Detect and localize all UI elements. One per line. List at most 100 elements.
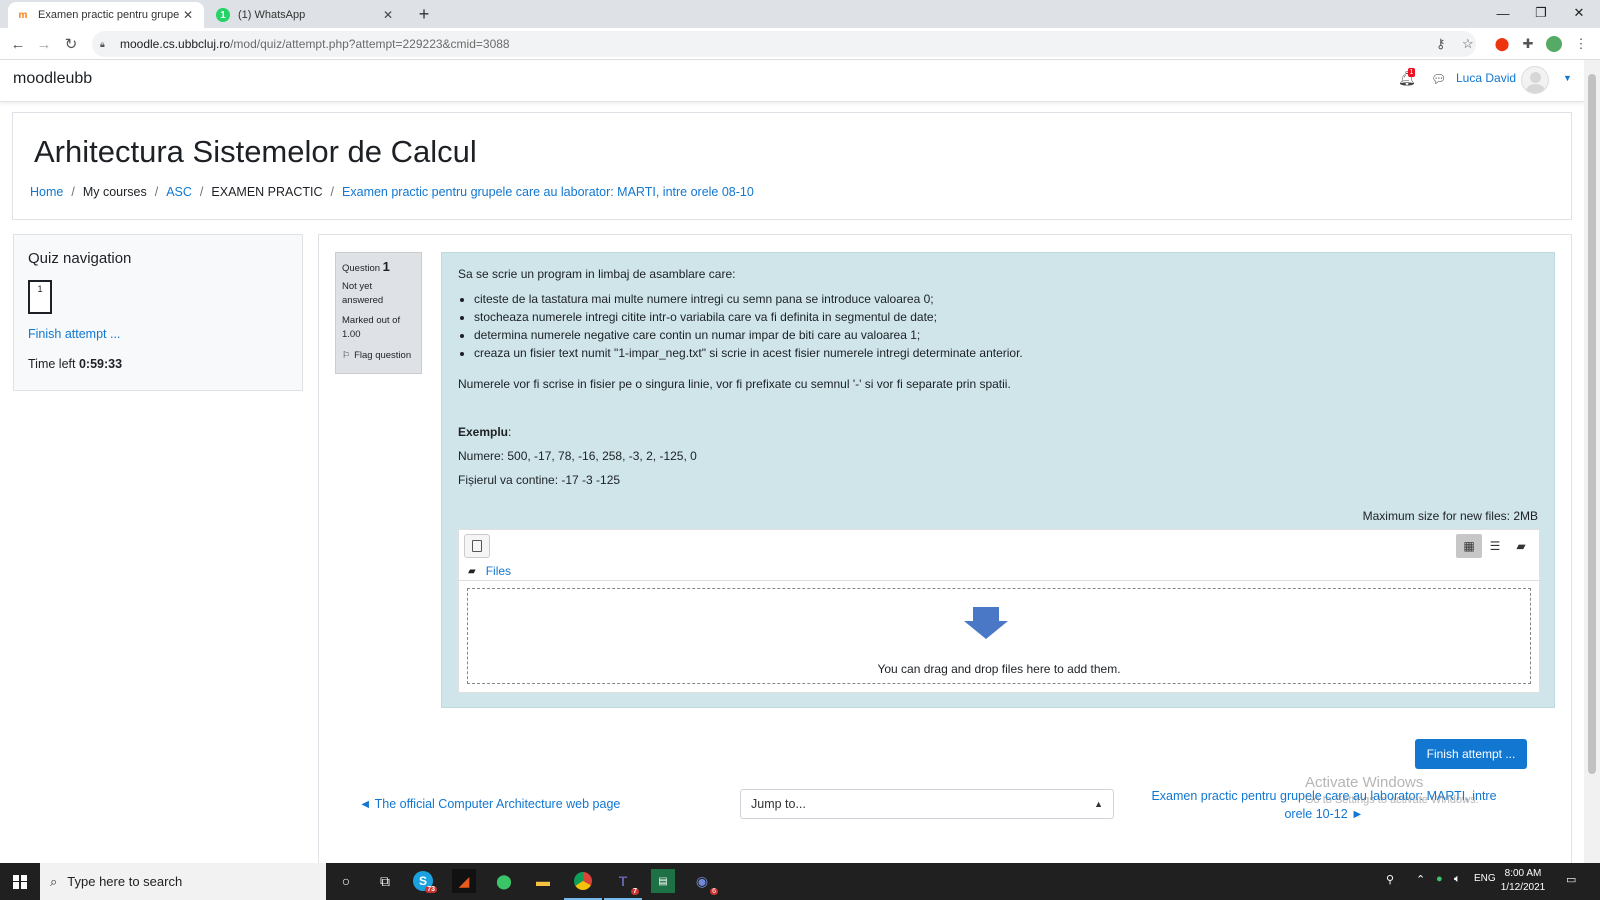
chevron-up-icon[interactable]: ⌃ bbox=[1416, 873, 1425, 886]
moodle-navbar: moodleubb 🔔︎ 1 💬︎ Luca David ▼ bbox=[0, 60, 1584, 102]
close-window-icon[interactable]: ✕ bbox=[1560, 0, 1598, 26]
whatsapp-favicon-icon: 1 bbox=[216, 8, 230, 22]
page-scrollbar[interactable] bbox=[1584, 60, 1600, 863]
list-view-icon[interactable]: ☰ bbox=[1482, 534, 1508, 558]
quiz-navigation-title: Quiz navigation bbox=[28, 250, 132, 267]
question-paragraph: Numerele vor fi scrise in fisier pe o si… bbox=[458, 377, 1011, 391]
finish-attempt-link[interactable]: Finish attempt ... bbox=[28, 327, 120, 341]
files-folder-link[interactable]: Files bbox=[486, 564, 511, 578]
file-explorer-icon[interactable]: ▬ bbox=[531, 869, 555, 893]
tab-title: Examen practic pentru grupele c bbox=[38, 9, 180, 21]
windows-logo-icon bbox=[13, 874, 27, 889]
brand-link[interactable]: moodleubb bbox=[13, 70, 92, 88]
page-header: Arhitectura Sistemelor de Calcul Home / … bbox=[12, 112, 1572, 220]
opera-icon[interactable]: ⬤ bbox=[1493, 35, 1511, 53]
add-file-button[interactable] bbox=[464, 534, 490, 558]
moodle-favicon-icon: m bbox=[18, 9, 28, 21]
question-text: Sa se scrie un program in limbaj de asam… bbox=[458, 265, 1538, 489]
user-name[interactable]: Luca David bbox=[1456, 71, 1516, 85]
list-item: stocheaza numerele intregi citite intr-o… bbox=[474, 308, 1538, 326]
page-title: Arhitectura Sistemelor de Calcul bbox=[34, 134, 477, 169]
taskbar-clock[interactable]: 8:00 AM 1/12/2021 bbox=[1496, 867, 1550, 895]
tab-title: (1) WhatsApp bbox=[238, 9, 306, 21]
breadcrumb: Home / My courses / ASC / EXAMEN PRACTIC… bbox=[30, 185, 754, 199]
jump-to-select[interactable]: Jump to... ▲ bbox=[740, 789, 1114, 819]
excel-icon[interactable]: ▤ bbox=[651, 869, 675, 893]
requirements-list: citeste de la tastatura mai multe numere… bbox=[474, 290, 1538, 362]
notification-center-icon[interactable]: ▭ bbox=[1566, 873, 1576, 886]
breadcrumb-my-courses: My courses bbox=[82, 185, 147, 199]
file-drop-zone[interactable]: You can drag and drop files here to add … bbox=[467, 588, 1531, 684]
close-tab-icon[interactable]: ✕ bbox=[180, 8, 196, 22]
tab-whatsapp[interactable]: 1 (1) WhatsApp ✕ bbox=[208, 2, 404, 28]
flag-question-button[interactable]: ⚐ Flag question bbox=[342, 350, 415, 361]
teams-icon[interactable]: T7 bbox=[611, 869, 639, 895]
reload-icon[interactable]: ↻ bbox=[60, 33, 82, 55]
people-icon[interactable]: ⚲ bbox=[1386, 873, 1394, 886]
select-arrows-icon: ▲ bbox=[1094, 799, 1103, 809]
question-info: Question 1 Not yet answered Marked out o… bbox=[335, 252, 422, 374]
example-heading: Exemplu: bbox=[458, 425, 512, 439]
chrome-icon[interactable] bbox=[571, 869, 595, 893]
restore-icon[interactable]: ❐ bbox=[1522, 0, 1560, 26]
volume-icon[interactable]: 🔈︎ bbox=[1454, 873, 1461, 886]
example-numbers: Numere: 500, -17, 78, -16, 258, -3, 2, -… bbox=[458, 449, 697, 463]
list-item: citeste de la tastatura mai multe numere… bbox=[474, 290, 1538, 308]
close-tab-icon[interactable]: ✕ bbox=[380, 8, 396, 22]
menu-dots-icon[interactable]: ⋮ bbox=[1572, 35, 1590, 53]
url-path: /mod/quiz/attempt.php?attempt=229223&cmi… bbox=[230, 37, 510, 51]
extensions-icon[interactable]: ✚ bbox=[1519, 35, 1537, 53]
star-icon[interactable]: ☆ bbox=[1462, 36, 1474, 52]
folder-view-icon[interactable]: ▰ bbox=[1508, 534, 1534, 558]
question-card: Question 1 Not yet answered Marked out o… bbox=[318, 234, 1572, 863]
cortana-icon[interactable]: ○ bbox=[334, 869, 358, 893]
question-grade: Marked out of 1.00 bbox=[342, 315, 401, 340]
maps-icon[interactable]: ⬤ bbox=[492, 869, 516, 893]
profile-avatar[interactable] bbox=[1545, 35, 1563, 53]
time-left: Time left 0:59:33 bbox=[28, 357, 123, 371]
list-item: determina numerele negative care contin … bbox=[474, 326, 1538, 344]
notification-badge: 1 bbox=[1408, 68, 1415, 77]
address-toolbar: ← → ↻ 🔒︎ moodle.cs.ubbcluj.ro/mod/quiz/a… bbox=[0, 28, 1600, 60]
file-icon bbox=[472, 540, 482, 552]
language-indicator[interactable]: ENG bbox=[1474, 873, 1496, 884]
tab-moodle[interactable]: m Examen practic pentru grupele c ✕ bbox=[8, 2, 204, 28]
discord-icon[interactable]: ◉ 6 bbox=[690, 869, 718, 895]
url-host: moodle.cs.ubbcluj.ro bbox=[120, 37, 231, 51]
start-button[interactable] bbox=[0, 863, 40, 900]
question-formulation: Sa se scrie un program in limbaj de asam… bbox=[441, 252, 1555, 708]
question-nav-button[interactable]: 1 bbox=[28, 280, 52, 314]
breadcrumb-asc[interactable]: ASC bbox=[166, 185, 192, 199]
view-toggle: ▦ ☰ ▰ bbox=[1456, 534, 1534, 558]
lock-icon: 🔒︎ bbox=[100, 39, 105, 49]
minimize-icon[interactable]: — bbox=[1484, 0, 1522, 26]
skype-icon[interactable]: S 73 bbox=[413, 871, 437, 893]
forward-arrow-icon[interactable]: → bbox=[33, 33, 55, 55]
quiz-navigation-block: Quiz navigation 1 Finish attempt ... Tim… bbox=[13, 234, 303, 391]
file-manager: ▦ ☰ ▰ ▰ Files You can drag and drop file… bbox=[458, 529, 1540, 693]
taskbar-search-input[interactable]: ⌕ Type here to search bbox=[40, 863, 326, 900]
task-view-icon[interactable]: ⧉ bbox=[373, 869, 397, 893]
question-number: Question 1 bbox=[342, 259, 390, 274]
status-dot-icon[interactable]: ● bbox=[1436, 873, 1443, 885]
messages-icon[interactable]: 💬︎ bbox=[1431, 72, 1446, 86]
chevron-down-icon[interactable]: ▼ bbox=[1563, 73, 1572, 83]
key-icon[interactable]: ⚷ bbox=[1436, 36, 1446, 52]
folder-icon: ▰ bbox=[468, 565, 476, 577]
max-file-size: Maximum size for new files: 2MB bbox=[1362, 509, 1538, 523]
flag-icon: ⚐ bbox=[342, 350, 351, 360]
breadcrumb-quiz[interactable]: Examen practic pentru grupele care au la… bbox=[342, 185, 754, 199]
activate-windows-subtext: Go to Settings to activate Windows. bbox=[1305, 794, 1479, 806]
url-bar[interactable]: 🔒︎ moodle.cs.ubbcluj.ro/mod/quiz/attempt… bbox=[92, 31, 1476, 57]
previous-activity-link[interactable]: ◄ The official Computer Architecture web… bbox=[359, 797, 620, 811]
breadcrumb-home[interactable]: Home bbox=[30, 185, 63, 199]
avatar[interactable] bbox=[1521, 66, 1549, 94]
new-tab-button[interactable]: + bbox=[412, 4, 436, 25]
question-state: Not yet answered bbox=[342, 281, 384, 306]
finish-attempt-button[interactable]: Finish attempt ... bbox=[1415, 739, 1527, 769]
back-arrow-icon[interactable]: ← bbox=[7, 33, 29, 55]
search-icon: ⌕ bbox=[50, 873, 58, 889]
time-left-value: 0:59:33 bbox=[78, 357, 123, 371]
grid-view-icon[interactable]: ▦ bbox=[1456, 534, 1482, 558]
app-icon[interactable]: ◢ bbox=[452, 869, 476, 893]
